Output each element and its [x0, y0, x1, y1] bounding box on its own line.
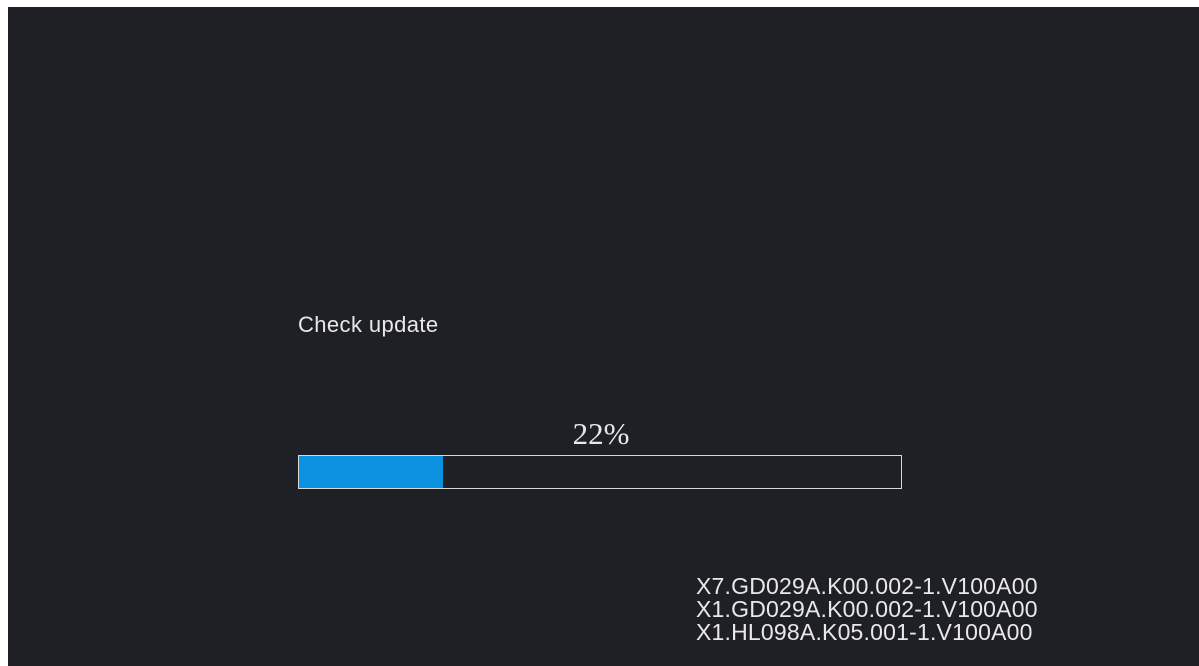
progress-percent-label: 22%: [572, 416, 630, 451]
version-list: X7.GD029A.K00.002-1.V100A00 X1.GD029A.K0…: [696, 575, 1038, 644]
version-line: X1.HL098A.K05.001-1.V100A00: [696, 619, 1033, 645]
version-line: X1.GD029A.K00.002-1.V100A00: [696, 596, 1038, 622]
progress-bar-fill: [299, 456, 444, 488]
version-line: X7.GD029A.K00.002-1.V100A00: [696, 573, 1038, 599]
update-status-text: Check update: [298, 312, 439, 337]
update-screen: Check update 22% X7.GD029A.K00.002-1.V10…: [8, 7, 1199, 666]
progress-bar: [298, 455, 902, 489]
